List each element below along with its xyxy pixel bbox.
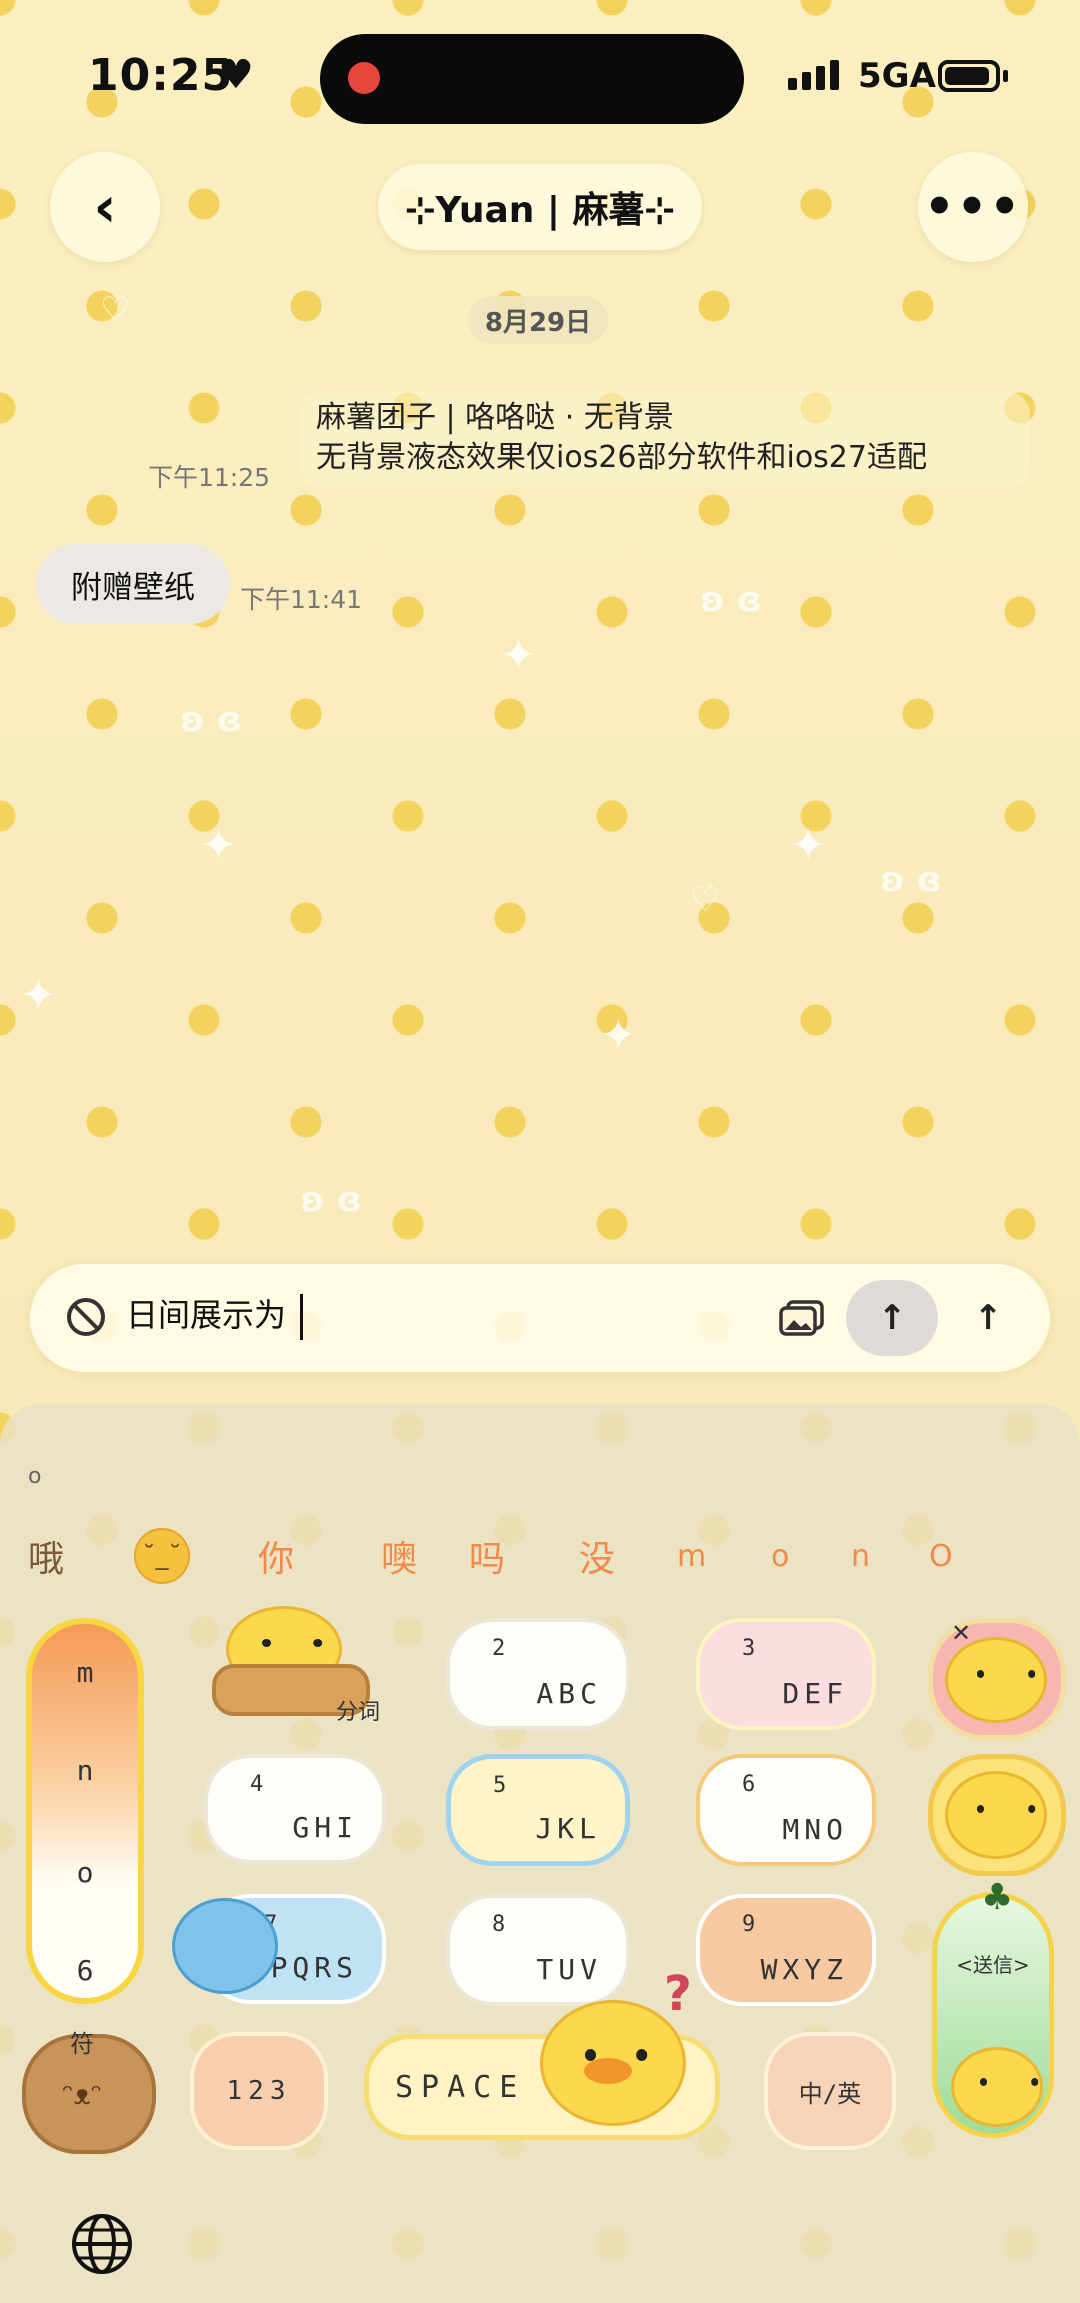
key-letters: TUV — [536, 1953, 602, 1986]
question-mark-decoration: ? — [664, 1966, 692, 2022]
pinyin-option[interactable]: 6 — [32, 1954, 138, 1987]
chick-beak — [584, 2058, 632, 2084]
key-3[interactable]: 3 DEF — [696, 1618, 876, 1730]
sparkle-decoration: ✦ — [790, 820, 827, 871]
symbols-key[interactable]: 符 ᵔᴥᵔ — [22, 2030, 156, 2154]
pinyin-option[interactable]: n — [32, 1754, 138, 1787]
arrow-up-icon: ↑ — [973, 1298, 1003, 1338]
key-number: 8 — [492, 1912, 506, 1937]
signal-icon — [788, 60, 839, 90]
heart-icon: ♥ — [218, 52, 254, 98]
more-icon: ••• — [923, 179, 1023, 235]
arrow-up-icon: ↑ — [877, 1298, 907, 1338]
key-number: 2 — [492, 1636, 506, 1661]
key-9[interactable]: 9 WXYZ — [696, 1894, 876, 2006]
pinyin-option[interactable]: o — [32, 1856, 138, 1889]
sparkle-decoration: ✦ — [500, 630, 537, 681]
dynamic-island — [320, 34, 744, 124]
more-button[interactable]: ••• — [918, 152, 1028, 262]
status-bar: 10:25 ♥ 5GA — [0, 0, 1080, 150]
key-6[interactable]: 6 MNO — [696, 1754, 876, 1866]
candidate-bar: 哦 ˘_˘ 你 噢 吗 没 m o n O — [28, 1528, 953, 1584]
key-letters: DEF — [782, 1677, 848, 1710]
delete-key[interactable]: ✕ — [928, 1618, 1066, 1740]
neutral-face-emoji-icon[interactable]: ˘_˘ — [134, 1528, 190, 1584]
composition-text: o — [28, 1464, 42, 1489]
message-line: 麻薯团子 | 咯咯哒 · 无背景 — [316, 400, 674, 435]
key-4[interactable]: 4 GHI — [204, 1754, 386, 1864]
key-letters: JKL — [535, 1812, 601, 1845]
status-time: 10:25 — [88, 50, 234, 101]
candidate[interactable]: o — [771, 1539, 851, 1574]
sparkle-decoration: ✦ — [20, 970, 57, 1021]
candidate[interactable]: m — [677, 1539, 771, 1574]
send-button-secondary[interactable]: ↑ — [948, 1280, 1028, 1356]
pinyin-option[interactable]: m — [32, 1656, 138, 1689]
candidate[interactable]: 你 — [258, 1530, 381, 1582]
key-letters: PQRS — [270, 1951, 358, 1984]
battery-icon — [938, 60, 1000, 92]
key-8[interactable]: 8 TUV — [446, 1894, 630, 2006]
globe-icon[interactable] — [70, 2212, 134, 2276]
close-icon: ✕ — [951, 1619, 972, 1647]
heart-decoration: ♡ — [100, 290, 131, 330]
back-button[interactable]: ‹ — [50, 152, 160, 262]
outgoing-message[interactable]: 麻薯团子 | 咯咯哒 · 无背景 无背景液态效果仅ios26部分软件和ios27… — [300, 392, 1030, 488]
message-timestamp: 下午11:25 — [148, 463, 271, 492]
clover-icon: ♣ — [981, 1877, 1014, 1918]
numbers-key[interactable]: 123 — [190, 2032, 328, 2150]
key-label: 符 — [70, 2030, 94, 2058]
angry-chick-icon — [945, 1637, 1047, 1723]
key-letters: MNO — [782, 1813, 848, 1846]
angel-wing-decoration: ʚ ɞ — [880, 860, 942, 900]
candidate[interactable]: 噢 — [381, 1530, 469, 1582]
key-letters: ABC — [536, 1677, 602, 1710]
text-caret — [300, 1294, 303, 1340]
key-label: 分词 — [336, 1700, 381, 1725]
prohibited-icon[interactable] — [66, 1297, 106, 1337]
key-number: 3 — [742, 1636, 756, 1661]
key-number: 5 — [493, 1773, 507, 1798]
angel-wing-decoration: ʚ ɞ — [700, 580, 762, 620]
message-timestamp: 下午11:41 — [240, 585, 363, 614]
bear-face-icon: ᵔᴥᵔ — [62, 2078, 103, 2111]
angel-wing-decoration: ʚ ɞ — [180, 700, 242, 740]
recording-indicator-icon — [348, 62, 380, 94]
key-letters: GHI — [292, 1811, 358, 1844]
network-type: 5GA — [858, 56, 936, 96]
key-number: 4 — [250, 1772, 264, 1797]
candidate[interactable]: 哦 — [28, 1530, 134, 1582]
angel-wing-decoration: ʚ ɞ — [300, 1180, 362, 1220]
send-key[interactable]: <送信> ♣ — [932, 1877, 1054, 2138]
emoji-key[interactable] — [928, 1754, 1066, 1876]
key-number: 6 — [742, 1772, 756, 1797]
key-split-word[interactable]: 分词 — [206, 1606, 382, 1725]
message-line: 无背景液态效果仅ios26部分软件和ios27适配 — [316, 440, 927, 475]
candidate[interactable]: 没 — [579, 1530, 677, 1582]
sparkle-decoration: ✦ — [600, 1010, 637, 1061]
date-separator: 8月29日 — [468, 296, 608, 344]
battery-tip — [1003, 70, 1008, 82]
language-switch-key[interactable]: 中/英 — [764, 2032, 896, 2150]
blue-chick-illustration — [172, 1898, 278, 1994]
chevron-left-icon: ‹ — [93, 174, 117, 240]
pinyin-selector-column[interactable]: m n o 6 — [26, 1618, 144, 2004]
candidate[interactable]: 吗 — [469, 1530, 579, 1582]
message-input[interactable]: 日间展示为 — [126, 1290, 286, 1336]
sparkle-decoration: ✦ — [200, 820, 237, 871]
key-2[interactable]: 2 ABC — [446, 1618, 630, 1730]
heart-decoration: ♡ — [690, 880, 721, 920]
eating-chick-icon — [945, 1771, 1047, 1859]
key-label: <送信> — [956, 1953, 1030, 1977]
key-letters: WXYZ — [760, 1953, 848, 1986]
chat-title[interactable]: ⊹Yuan | 麻薯⊹ — [378, 164, 702, 250]
incoming-message[interactable]: 附赠壁纸 — [36, 544, 230, 624]
photo-library-icon[interactable] — [778, 1298, 826, 1338]
candidate[interactable]: O — [929, 1539, 953, 1574]
candidate[interactable]: n — [851, 1539, 929, 1574]
send-button[interactable]: ↑ — [846, 1280, 938, 1356]
key-5[interactable]: 5 JKL — [446, 1754, 630, 1866]
key-number: 9 — [742, 1912, 756, 1937]
chick-icon — [951, 2047, 1043, 2127]
